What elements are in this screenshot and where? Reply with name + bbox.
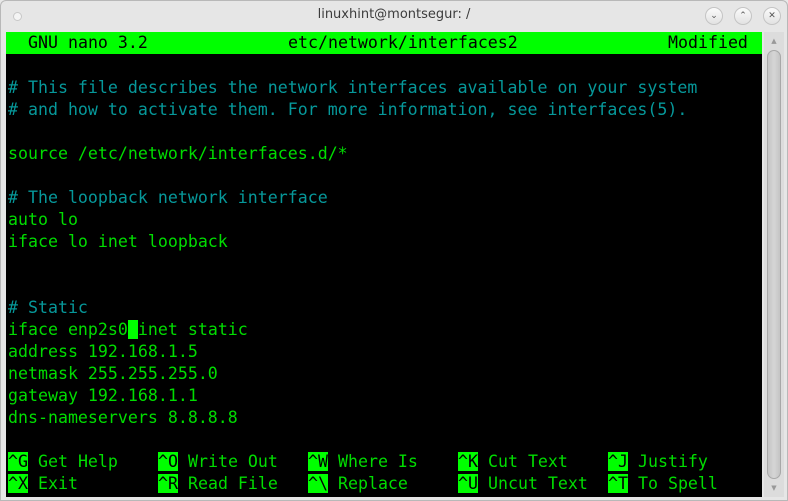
- code-line: dns-nameservers 8.8.8.8: [8, 408, 238, 427]
- close-icon: ✕: [768, 11, 776, 21]
- shortcut-to-spell[interactable]: ^T To Spell: [608, 473, 718, 495]
- code-line: auto lo: [8, 210, 78, 229]
- shortcut-label: Write Out: [187, 452, 278, 471]
- shortcut-label: Replace: [337, 474, 408, 493]
- code-line: netmask 255.255.255.0: [8, 364, 218, 383]
- shortcut-exit[interactable]: ^X Exit: [8, 473, 78, 495]
- comment-line: # This file describes the network interf…: [8, 78, 698, 97]
- shortcut-uncut-text[interactable]: ^U Uncut Text: [458, 473, 588, 495]
- comment-line: # and how to activate them. For more inf…: [8, 100, 688, 119]
- code-line: address 192.168.1.5: [8, 342, 198, 361]
- chevron-down-icon: ⌄: [710, 11, 718, 21]
- close-button[interactable]: ✕: [763, 7, 781, 25]
- code-line: gateway 192.168.1.1: [8, 386, 198, 405]
- modified-status: Modified: [668, 33, 748, 52]
- shortcut-key: ^W: [308, 452, 328, 471]
- shortcut-where-is[interactable]: ^W Where Is: [308, 451, 418, 473]
- nano-version: GNU nano 3.2: [28, 33, 148, 52]
- shortcut-key: ^K: [458, 452, 478, 471]
- chevron-up-icon: ⌃: [739, 11, 747, 21]
- shortcut-label: To Spell: [637, 474, 718, 493]
- line-text: inet static: [137, 320, 248, 339]
- file-name: etc/network/interfaces2: [288, 33, 518, 52]
- terminal-window: linuxhint@montsegur: / ⌄ ⌃ ✕ GNU nano 3.…: [0, 0, 788, 501]
- shortcut-label: Exit: [37, 474, 78, 493]
- shortcut-label: Uncut Text: [487, 474, 588, 493]
- shortcut-key: ^G: [8, 452, 28, 471]
- shortcut-write-out[interactable]: ^O Write Out: [158, 451, 278, 473]
- scrollbar[interactable]: ▲ ▼: [764, 32, 784, 497]
- shortcut-key: ^T: [608, 474, 628, 493]
- shortcut-label: Justify: [637, 452, 708, 471]
- code-line: source /etc/network/interfaces.d/*: [8, 144, 348, 163]
- nano-header-bar: GNU nano 3.2 etc/network/interfaces2 Mod…: [6, 32, 762, 54]
- shortcut-key: ^U: [458, 474, 478, 493]
- maximize-button[interactable]: ⌃: [734, 7, 752, 25]
- shortcut-justify[interactable]: ^J Justify: [608, 451, 708, 473]
- comment-line: # Static: [8, 298, 88, 317]
- line-text: iface enp2s0: [8, 320, 128, 339]
- terminal-area[interactable]: GNU nano 3.2 etc/network/interfaces2 Mod…: [6, 32, 762, 497]
- window-title: linuxhint@montsegur: /: [317, 7, 471, 22]
- shortcut-key: ^J: [608, 452, 628, 471]
- shortcut-key: ^X: [8, 474, 28, 493]
- shortcut-label: Where Is: [337, 452, 418, 471]
- shortcut-key: ^\: [308, 474, 328, 493]
- code-line: iface lo inet loopback: [8, 232, 228, 251]
- scrollbar-thumb[interactable]: [767, 50, 781, 479]
- shortcut-label: Cut Text: [487, 452, 568, 471]
- code-line: iface enp2s0 inet static: [8, 319, 248, 341]
- comment-line: # The loopback network interface: [8, 188, 328, 207]
- scroll-down-arrow-icon[interactable]: ▼: [764, 481, 784, 495]
- shortcut-replace[interactable]: ^\ Replace: [308, 473, 408, 495]
- shortcut-read-file[interactable]: ^R Read File: [158, 473, 278, 495]
- shortcut-label: Read File: [187, 474, 278, 493]
- minimize-button[interactable]: ⌄: [705, 7, 723, 25]
- shortcut-label: Get Help: [37, 452, 118, 471]
- title-bar[interactable]: linuxhint@montsegur: / ⌄ ⌃ ✕: [1, 1, 787, 31]
- shortcut-cut-text[interactable]: ^K Cut Text: [458, 451, 568, 473]
- shortcut-key: ^R: [158, 474, 178, 493]
- text-cursor: [127, 320, 138, 339]
- shortcut-key: ^O: [158, 452, 178, 471]
- shortcut-get-help[interactable]: ^G Get Help: [8, 451, 118, 473]
- scroll-up-arrow-icon[interactable]: ▲: [764, 34, 784, 48]
